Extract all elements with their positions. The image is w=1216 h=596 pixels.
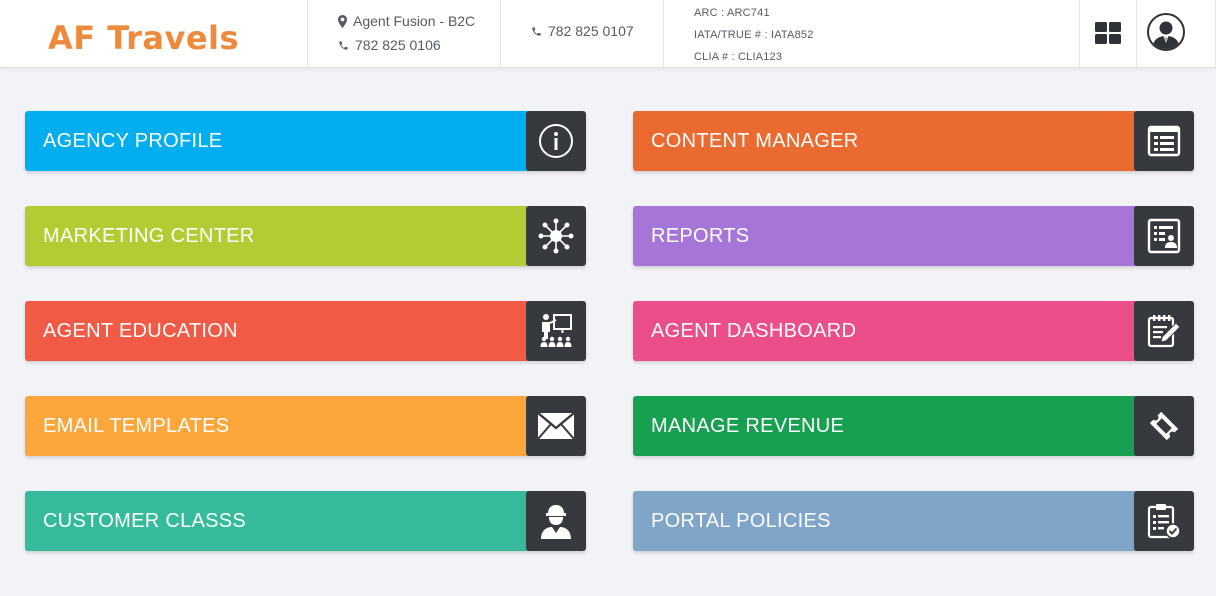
tile-icon-box: [1134, 111, 1194, 171]
top-header: AF Travels Agent Fusion - B2C 782 825 01…: [0, 0, 1216, 68]
phone-line-2: 782 825 0107: [531, 23, 634, 39]
info-icon: [539, 124, 573, 158]
arc-code: ARC : ARC741: [694, 7, 770, 19]
user-avatar-icon: [1147, 13, 1185, 51]
tile-icon-box: [1134, 301, 1194, 361]
phone-number-2[interactable]: 782 825 0107: [548, 23, 634, 39]
phone-line-1: 782 825 0106: [338, 37, 441, 53]
tile-label: REPORTS: [651, 225, 750, 247]
tile-label: PORTAL POLICIES: [651, 510, 831, 532]
tile-icon-box: [526, 206, 586, 266]
tile-label: MANAGE REVENUE: [651, 415, 845, 437]
phone-icon: [339, 40, 348, 50]
tile-label: CONTENT MANAGER: [651, 130, 859, 152]
ticket-icon: [1149, 411, 1179, 441]
edit-note-icon: [1147, 315, 1181, 348]
customer-icon: [541, 505, 571, 539]
clipboard-check-icon: [1147, 504, 1181, 539]
phone-cell: 782 825 0107: [501, 0, 664, 67]
tile-icon-box: [526, 491, 586, 551]
tile-agency-profile[interactable]: AGENCY PROFILE: [25, 111, 586, 171]
grid-icon: [1095, 22, 1121, 44]
tile-marketing-center[interactable]: MARKETING CENTER: [25, 206, 586, 266]
network-icon: [538, 218, 574, 254]
user-menu-button[interactable]: [1137, 0, 1216, 67]
tile-icon-box: [1134, 396, 1194, 456]
tile-reports[interactable]: REPORTS: [633, 206, 1194, 266]
agent-name-line: Agent Fusion - B2C: [338, 13, 475, 29]
envelope-icon: [537, 412, 575, 440]
list-icon: [1147, 125, 1181, 157]
site-logo[interactable]: AF Travels: [48, 18, 239, 58]
tile-icon-box: [1134, 491, 1194, 551]
tile-manage-revenue[interactable]: MANAGE REVENUE: [633, 396, 1194, 456]
agent-contact-cell: Agent Fusion - B2C 782 825 0106: [308, 0, 501, 67]
tile-portal-policies[interactable]: PORTAL POLICIES: [633, 491, 1194, 551]
tile-content-manager[interactable]: CONTENT MANAGER: [633, 111, 1194, 171]
tile-label: AGENCY PROFILE: [43, 130, 223, 152]
phone-number-1[interactable]: 782 825 0106: [355, 37, 441, 53]
codes-cell: ARC : ARC741 IATA/TRUE # : IATA852 CLIA …: [664, 0, 1080, 67]
tile-agent-education[interactable]: AGENT EDUCATION: [25, 301, 586, 361]
tile-icon-box: [526, 396, 586, 456]
agent-name: Agent Fusion - B2C: [353, 13, 476, 29]
iata-code: IATA/TRUE # : IATA852: [694, 29, 814, 41]
map-marker-icon: [338, 14, 347, 28]
tile-icon-box: [526, 111, 586, 171]
tile-label: MARKETING CENTER: [43, 225, 255, 247]
tile-email-templates[interactable]: EMAIL TEMPLATES: [25, 396, 586, 456]
tile-icon-box: [526, 301, 586, 361]
tile-label: CUSTOMER CLASSS: [43, 510, 247, 532]
tile-agent-dashboard[interactable]: AGENT DASHBOARD: [633, 301, 1194, 361]
apps-grid-button[interactable]: [1080, 0, 1137, 67]
presentation-icon: [540, 314, 572, 347]
tile-customer-classs[interactable]: CUSTOMER CLASSS: [25, 491, 586, 551]
tile-icon-box: [1134, 206, 1194, 266]
report-icon: [1147, 218, 1181, 254]
phone-icon: [532, 26, 541, 36]
clia-code: CLIA # : CLIA123: [694, 51, 783, 63]
logo-cell: AF Travels: [0, 0, 308, 67]
tile-label: AGENT EDUCATION: [43, 320, 238, 342]
tile-label: EMAIL TEMPLATES: [43, 415, 230, 437]
tile-label: AGENT DASHBOARD: [651, 320, 857, 342]
